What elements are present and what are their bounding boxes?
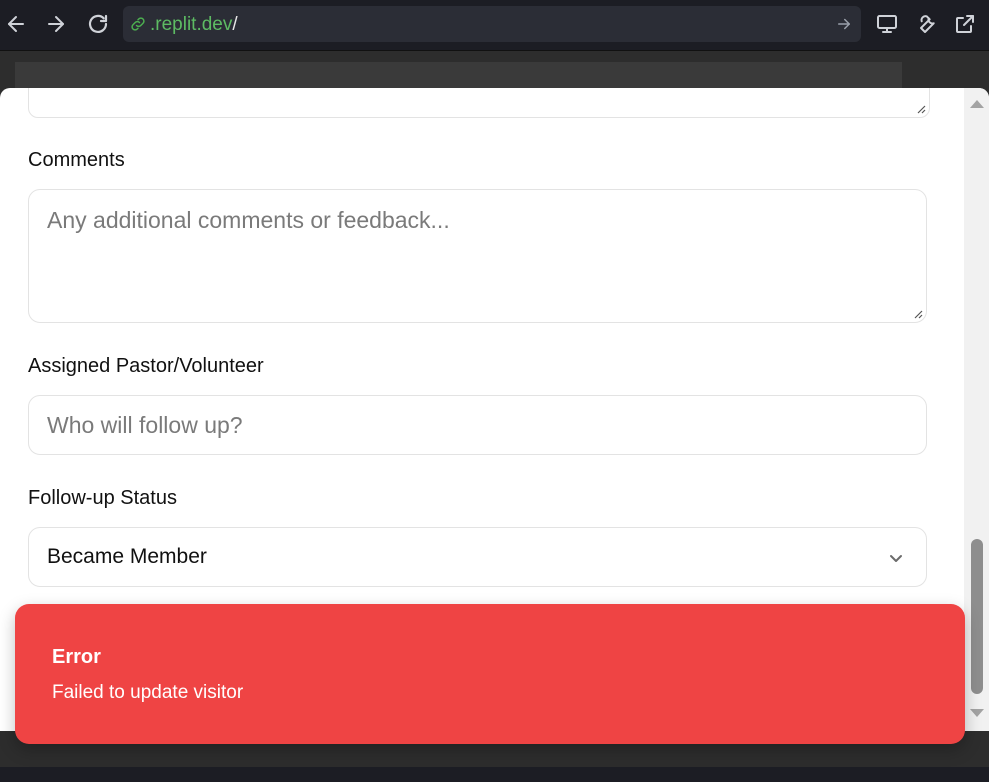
link-icon	[129, 15, 147, 33]
toast-description: Failed to update visitor	[52, 682, 244, 703]
go-arrow-icon[interactable]	[835, 15, 853, 33]
monitor-icon[interactable]	[875, 12, 899, 36]
url-text: .replit.dev/	[150, 14, 238, 36]
url-path: /	[232, 14, 238, 35]
scrollbar-thumb[interactable]	[971, 539, 983, 694]
status-select[interactable]: Became Member	[28, 527, 927, 587]
wrench-icon[interactable]	[914, 12, 938, 36]
comments-label: Comments	[28, 149, 125, 171]
pastor-placeholder: Who will follow up?	[47, 412, 243, 438]
previous-textarea[interactable]	[28, 88, 930, 118]
resize-handle-icon[interactable]	[913, 309, 923, 319]
scroll-down-arrow-icon[interactable]	[970, 709, 984, 717]
toast-title: Error	[52, 646, 101, 668]
forward-arrow-icon[interactable]	[44, 12, 68, 36]
back-arrow-icon[interactable]	[4, 12, 28, 36]
url-domain: .replit.dev	[150, 14, 233, 35]
pastor-input[interactable]: Who will follow up?	[28, 395, 927, 455]
comments-textarea[interactable]: Any additional comments or feedback...	[28, 189, 927, 323]
status-label: Follow-up Status	[28, 487, 177, 509]
comments-placeholder: Any additional comments or feedback...	[47, 207, 450, 233]
browser-bottom-strip	[0, 767, 989, 782]
scroll-up-arrow-icon[interactable]	[970, 100, 984, 108]
reload-icon[interactable]	[86, 12, 110, 36]
pastor-label: Assigned Pastor/Volunteer	[28, 355, 264, 377]
external-link-icon[interactable]	[953, 12, 977, 36]
status-value: Became Member	[47, 545, 207, 568]
chevron-down-icon	[888, 550, 904, 566]
address-bar[interactable]: .replit.dev/	[123, 6, 861, 42]
browser-toolbar: .replit.dev/	[0, 0, 989, 51]
resize-handle-icon[interactable]	[916, 104, 926, 114]
error-toast[interactable]: Error Failed to update visitor	[15, 604, 965, 744]
